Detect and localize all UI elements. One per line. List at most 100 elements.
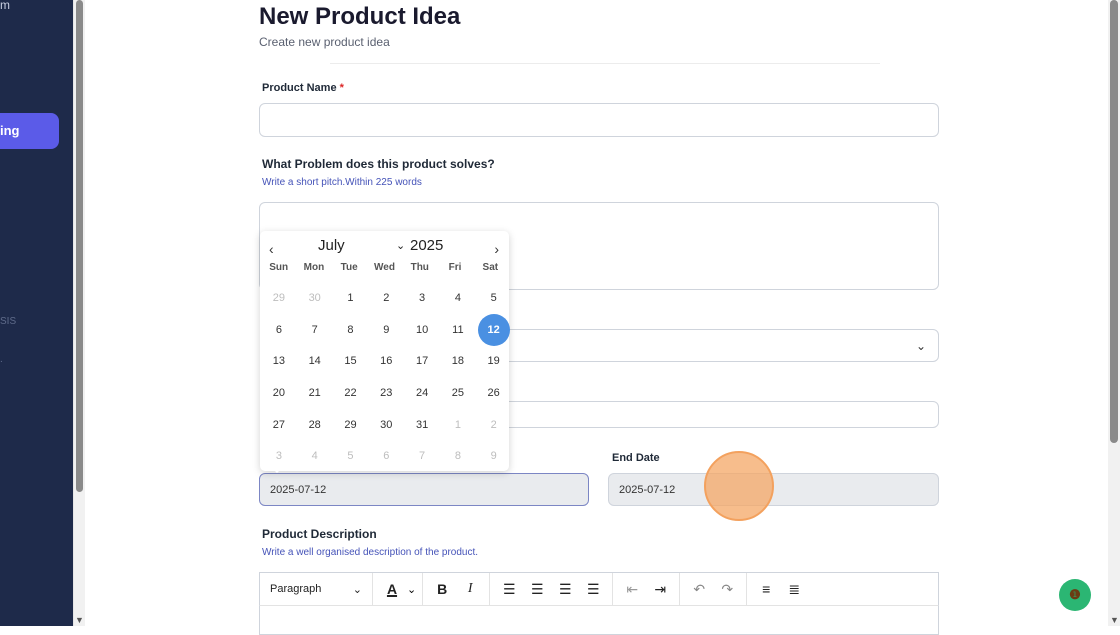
product-name-label-text: Product Name [262,82,337,94]
sidebar-item-fragment[interactable]: . [0,354,3,365]
calendar-day-number: 25 [451,386,464,399]
chevron-right-icon[interactable]: › [494,241,499,257]
start-date-value: 2025-07-12 [270,484,327,496]
sidebar-section-label: SIS [0,316,17,327]
chevron-left-icon[interactable]: ‹ [269,241,274,257]
calendar-day[interactable]: 23 [368,377,404,409]
help-button[interactable]: ❶ [1059,579,1091,611]
calendar-day-number: 11 [452,323,464,336]
calendar-day[interactable]: 15 [333,345,369,377]
align-right-icon[interactable]: ☰ [552,576,578,602]
calendar-day[interactable]: 4 [440,282,476,314]
calendar-day[interactable]: 5 [476,282,512,314]
calendar-day-number: 5 [347,450,354,463]
calendar-day[interactable]: 2 [476,409,512,441]
calendar-day[interactable]: 3 [404,282,440,314]
calendar-day[interactable]: 4 [297,440,333,472]
calendar-day[interactable]: 26 [476,377,512,409]
list-group: ≡ ≣ [747,573,813,605]
product-name-label: Product Name * [262,82,344,94]
calendar-day[interactable]: 19 [476,345,512,377]
weekday-label: Tue [340,262,358,273]
calendar-day[interactable]: 14 [297,345,333,377]
description-editor[interactable] [259,605,939,635]
bold-button[interactable]: B [429,576,455,602]
calendar-day-number: 2 [490,418,497,431]
product-name-input[interactable] [259,103,939,137]
weekday-header: Sun Mon Tue Wed Thu Fri Sat [260,262,509,273]
calendar-day-number: 24 [415,386,429,399]
align-justify-icon[interactable]: ☰ [580,576,606,602]
calendar-day[interactable]: 8 [440,440,476,472]
calendar-day[interactable]: 11 [440,314,476,346]
paragraph-select-label: Paragraph [270,583,322,595]
calendar-day[interactable]: 6 [368,440,404,472]
sidebar-item-active[interactable]: ing [0,113,59,149]
italic-button[interactable]: I [457,576,483,602]
undo-icon[interactable]: ↶ [686,576,712,602]
calendar-day-number: 17 [415,355,429,368]
align-group: ☰ ☰ ☰ ☰ [490,573,614,605]
calendar-day[interactable]: 7 [404,440,440,472]
calendar-day[interactable]: 7 [297,314,333,346]
calendar-day[interactable]: 22 [333,377,369,409]
calendar-day[interactable]: 8 [333,314,369,346]
calendar-day[interactable]: 10 [404,314,440,346]
calendar-day-number: 3 [275,450,282,463]
text-field[interactable] [500,401,939,428]
calendar-day[interactable]: 2 [368,282,404,314]
calendar-day[interactable]: 30 [368,409,404,441]
bullet-list-icon[interactable]: ≣ [781,576,807,602]
calendar-day[interactable]: 25 [440,377,476,409]
indent-icon[interactable]: ⇥ [647,576,673,602]
page-scroll-thumb[interactable] [1110,0,1118,443]
calendar-day[interactable]: 27 [261,409,297,441]
product-description-hint: Write a well organised description of th… [262,547,479,558]
calendar-day-number: 2 [383,291,390,304]
align-left-icon[interactable]: ☰ [496,576,522,602]
redo-icon[interactable]: ↷ [714,576,740,602]
scroll-down-arrow-icon[interactable]: ▼ [1110,615,1119,625]
numbered-list-icon[interactable]: ≡ [753,576,779,602]
align-center-icon[interactable]: ☰ [524,576,550,602]
calendar-day[interactable]: 20 [261,377,297,409]
help-icon: ❶ [1069,587,1081,602]
calendar-day[interactable]: 1 [440,409,476,441]
calendar-day[interactable]: 17 [404,345,440,377]
page-scrollbar[interactable]: ▼ [1108,0,1120,626]
calendar-day[interactable]: 13 [261,345,297,377]
calendar-day[interactable]: 28 [297,409,333,441]
page-subtitle: Create new product idea [259,35,390,49]
outdent-icon[interactable]: ⇤ [619,576,645,602]
calendar-day[interactable]: 24 [404,377,440,409]
calendar-day[interactable]: 31 [404,409,440,441]
calendar-day[interactable]: 16 [368,345,404,377]
paragraph-select[interactable]: Paragraph ⌄ [266,583,366,596]
sidebar: m ing SIS . [0,0,73,626]
calendar-day-number: 12 [477,313,510,346]
calendar-day-number: 10 [415,323,429,336]
year-input[interactable]: 2025 [410,237,443,254]
chevron-down-icon[interactable]: ⌄ [396,239,405,252]
calendar-day[interactable]: 18 [440,345,476,377]
sidebar-scrollbar[interactable]: ▼ [73,0,85,626]
category-select[interactable]: ⌄ [500,329,939,362]
calendar-day[interactable]: 29 [261,282,297,314]
calendar-day[interactable]: 1 [333,282,369,314]
calendar-day[interactable]: 9 [368,314,404,346]
scroll-down-arrow-icon[interactable]: ▼ [75,615,84,625]
calendar-day[interactable]: 6 [261,314,297,346]
calendar-day-selected[interactable]: 12 [476,313,512,346]
chevron-down-icon[interactable]: ⌄ [407,583,416,596]
calendar-day-number: 22 [344,386,357,399]
font-color-button[interactable]: A [379,576,405,602]
calendar-day[interactable]: 30 [297,282,333,314]
calendar-day[interactable]: 9 [476,440,512,472]
calendar-day[interactable]: 29 [333,409,369,441]
sidebar-scroll-thumb[interactable] [76,0,83,492]
calendar-day[interactable]: 5 [333,440,369,472]
calendar-day[interactable]: 21 [297,377,333,409]
start-date-input[interactable]: 2025-07-12 [259,473,589,506]
month-select[interactable]: July [318,237,345,254]
calendar-day-number: 14 [308,355,321,368]
